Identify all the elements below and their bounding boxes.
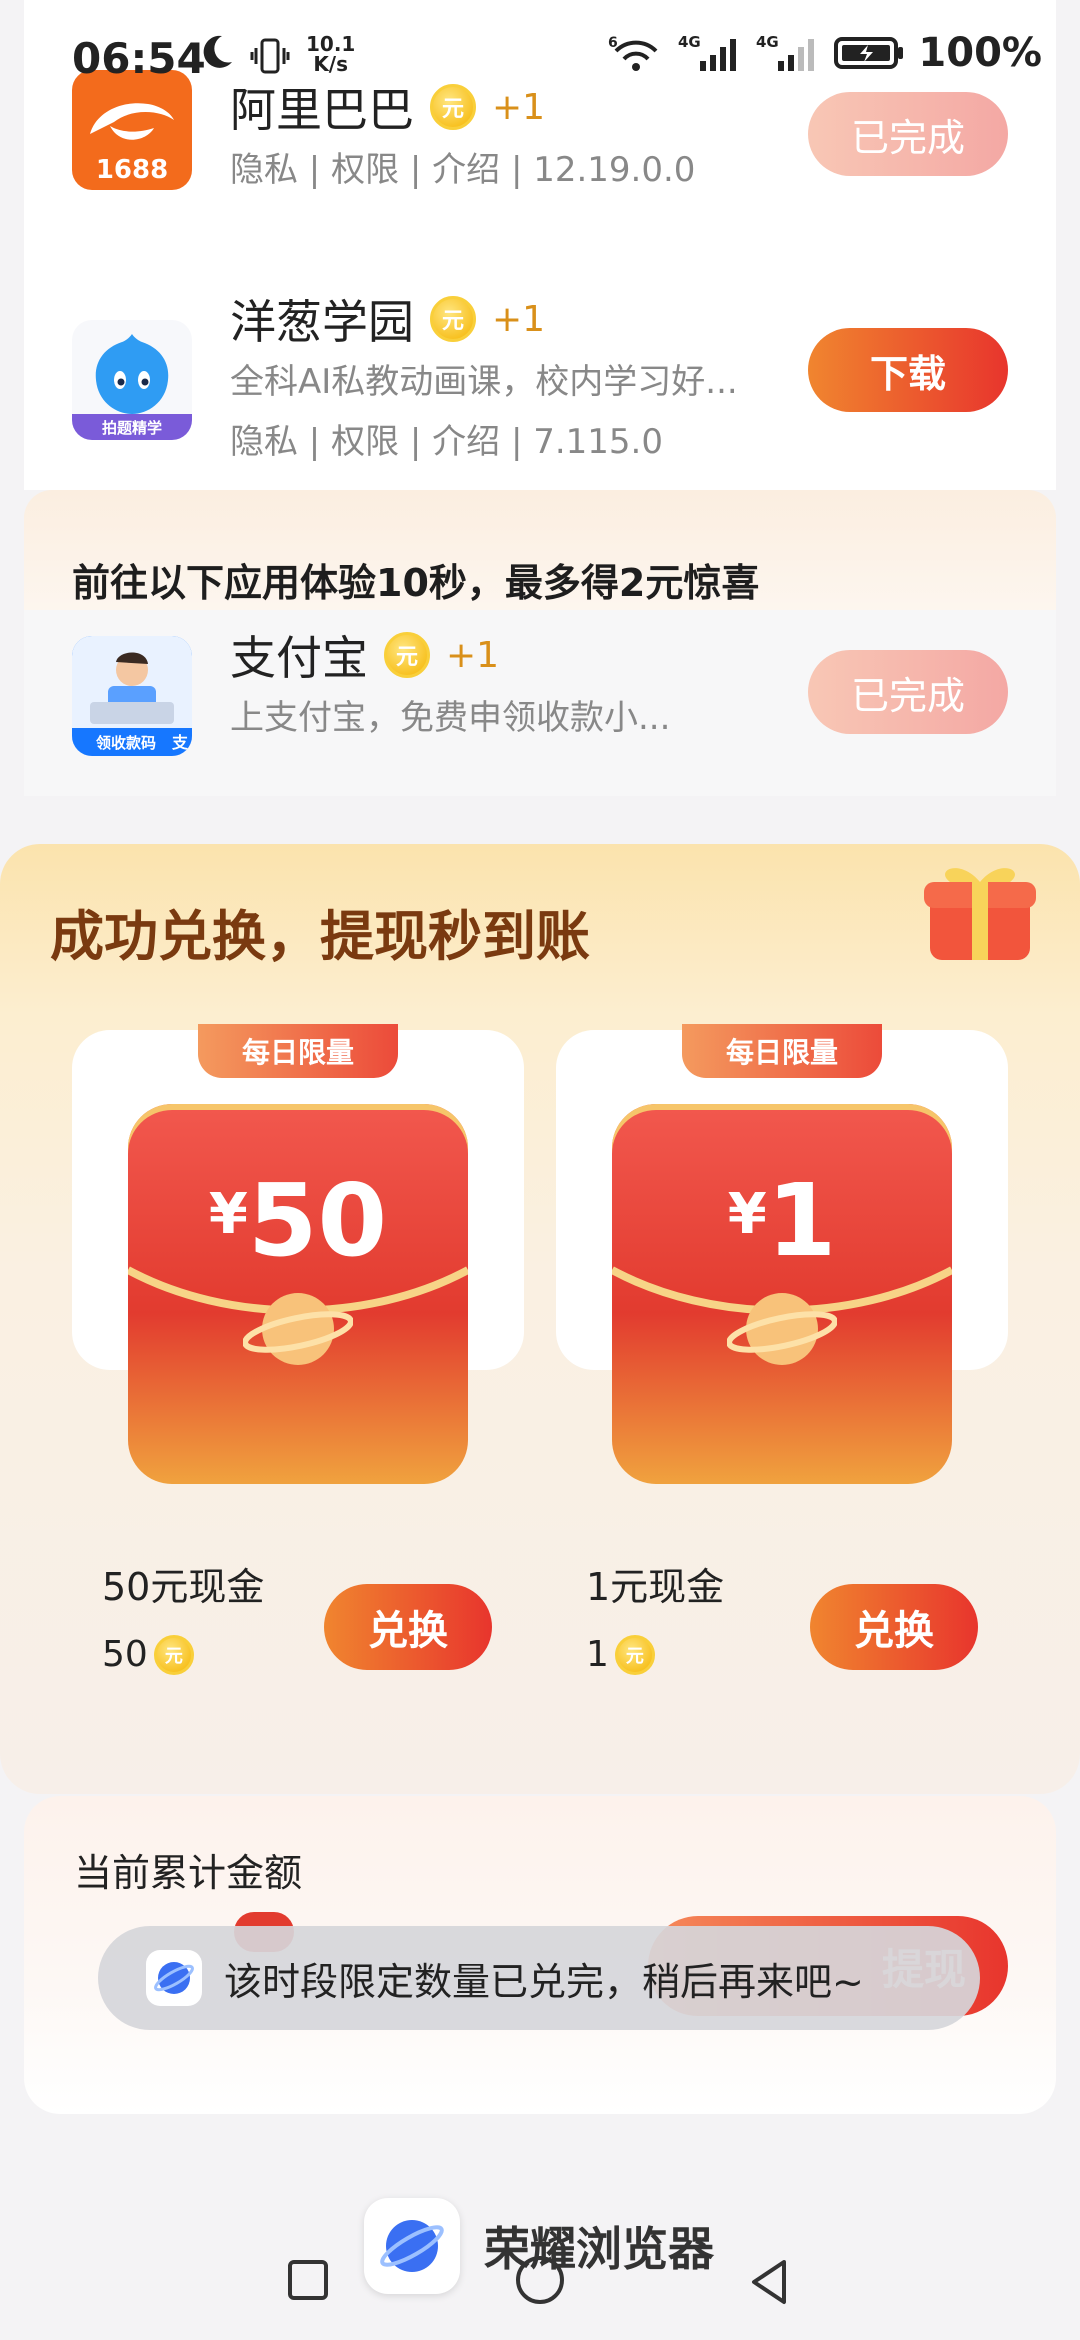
daily-limit-badge: 每日限量 bbox=[198, 1024, 398, 1078]
svg-text:领收款码: 领收款码 bbox=[95, 734, 156, 752]
recents-button[interactable] bbox=[288, 2260, 328, 2300]
completed-button[interactable]: 已完成 bbox=[808, 650, 1008, 734]
svg-text:拍题精学: 拍题精学 bbox=[102, 419, 162, 437]
gift-box-icon bbox=[924, 868, 1036, 960]
browser-app-icon bbox=[146, 1950, 202, 2006]
signal-4g-icon: 4G bbox=[678, 33, 737, 71]
coin-icon: 元 bbox=[430, 296, 476, 342]
planet-icon bbox=[727, 1293, 837, 1365]
coin-icon: 元 bbox=[384, 632, 430, 678]
svg-text:支: 支 bbox=[171, 733, 189, 752]
reward-count: +1 bbox=[492, 298, 546, 340]
toast-text: 该时段限定数量已兑完，稍后再来吧~ bbox=[224, 1959, 864, 2004]
app-row-onion-academy: 拍题精学 洋葱学园 元 +1 全科AI私教动画课，校内学习好... 隐私 | 权… bbox=[24, 270, 1056, 490]
prize-card-1[interactable]: 每日限量 ¥1 bbox=[556, 1024, 1008, 1484]
onion-academy-icon: 拍题精学 bbox=[72, 320, 192, 440]
app-name: 支付宝 元 +1 bbox=[230, 631, 500, 685]
network-speed: 10.1 K/s bbox=[306, 32, 356, 76]
exchange-title: 成功兑换，提现秒到账 bbox=[50, 905, 590, 968]
app-meta-links[interactable]: 隐私 | 权限 | 介绍 | 7.115.0 bbox=[230, 414, 663, 463]
prize-label: 50元现金 bbox=[102, 1565, 265, 1609]
home-button[interactable] bbox=[516, 2256, 564, 2304]
prize-label: 1元现金 bbox=[586, 1565, 725, 1609]
exchange-button[interactable]: 兑换 bbox=[810, 1584, 978, 1670]
app-description: 上支付宝，免费申领收款小... bbox=[230, 698, 671, 738]
exchange-button[interactable]: 兑换 bbox=[324, 1584, 492, 1670]
prize-cost: 50 元 bbox=[102, 1634, 194, 1675]
svg-text:4G: 4G bbox=[678, 33, 701, 51]
vibrate-icon bbox=[250, 38, 290, 74]
download-button[interactable]: 下载 bbox=[808, 328, 1008, 412]
envelope-amount: 1 bbox=[766, 1162, 837, 1279]
status-time: 06:54 bbox=[72, 34, 206, 83]
wifi-icon: 6 bbox=[608, 35, 658, 71]
coin-icon: 元 bbox=[614, 1634, 655, 1675]
app-meta-links[interactable]: 隐私 | 权限 | 介绍 | 12.19.0.0 bbox=[230, 142, 695, 191]
planet-icon bbox=[243, 1293, 353, 1365]
experience-section: 前往以下应用体验10秒，最多得2元惊喜 领收款码 支 支付宝 元 +1 上支付宝… bbox=[24, 490, 1056, 796]
prize-cost: 1 元 bbox=[586, 1634, 655, 1675]
svg-text:1688: 1688 bbox=[96, 155, 168, 185]
reward-count: +1 bbox=[446, 634, 500, 676]
daily-limit-badge: 每日限量 bbox=[682, 1024, 882, 1078]
red-envelope-icon: ¥1 bbox=[612, 1104, 952, 1484]
battery-level: 100% bbox=[918, 30, 1042, 76]
app-row-alipay: 领收款码 支 支付宝 元 +1 上支付宝，免费申领收款小... 已完成 bbox=[24, 610, 1056, 796]
experience-title: 前往以下应用体验10秒，最多得2元惊喜 bbox=[72, 561, 760, 605]
alipay-icon: 领收款码 支 bbox=[72, 636, 192, 756]
svg-text:4G: 4G bbox=[756, 33, 779, 51]
moon-icon bbox=[203, 35, 232, 68]
app-name: 洋葱学园 元 +1 bbox=[230, 295, 546, 349]
system-nav-bar bbox=[0, 2240, 1080, 2340]
coin-icon: 元 bbox=[153, 1634, 194, 1675]
red-envelope-icon: ¥50 bbox=[128, 1104, 468, 1484]
exchange-section: 成功兑换，提现秒到账 每日限量 ¥50 50元现金 50 元 兑换 每日限量 ¥… bbox=[0, 844, 1080, 1794]
signal-4g-icon: 4G bbox=[756, 33, 815, 71]
back-button[interactable] bbox=[744, 2256, 796, 2308]
status-bar: 06:54 10.1 K/s 6 4G 4G 100% bbox=[0, 0, 1080, 120]
app-description: 全科AI私教动画课，校内学习好... bbox=[230, 362, 738, 402]
battery-icon bbox=[834, 37, 904, 69]
total-amount-title: 当前累计金额 bbox=[74, 1851, 303, 1895]
envelope-amount: 50 bbox=[247, 1162, 388, 1279]
toast-message: 该时段限定数量已兑完，稍后再来吧~ bbox=[98, 1926, 980, 2030]
prize-card-50[interactable]: 每日限量 ¥50 bbox=[72, 1024, 524, 1484]
